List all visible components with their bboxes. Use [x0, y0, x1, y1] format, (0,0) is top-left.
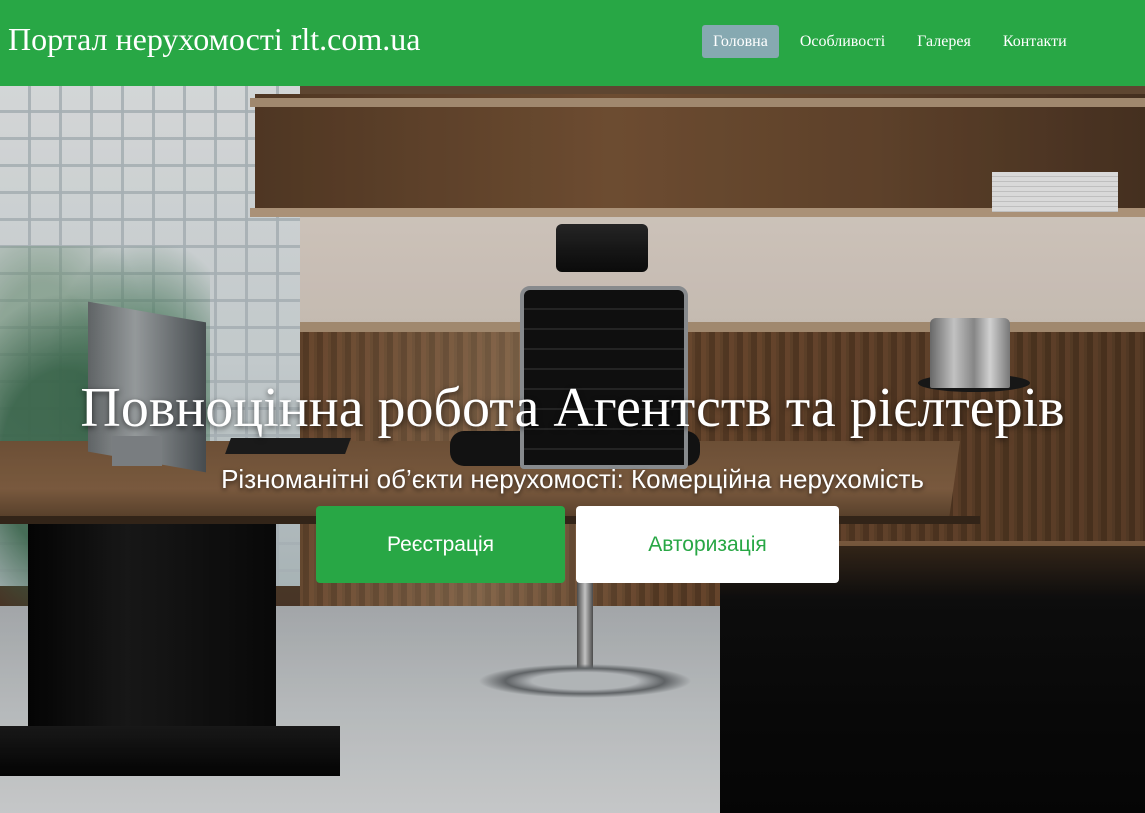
hero-subtitle: Різноманітні об’єкти нерухомості: Комерц…	[221, 464, 924, 494]
site-brand[interactable]: Портал нерухомості rlt.com.ua	[8, 19, 420, 59]
register-button[interactable]: Реєстрація	[316, 506, 565, 583]
nav-item-gallery[interactable]: Галерея	[906, 25, 982, 58]
main-nav: Головна Особливості Галерея Контакти	[702, 25, 1078, 58]
nav-item-contacts[interactable]: Контакти	[992, 25, 1078, 58]
nav-item-features[interactable]: Особливості	[789, 25, 896, 58]
nav-item-home[interactable]: Головна	[702, 25, 779, 58]
navbar: Портал нерухомості rlt.com.ua Головна Ос…	[0, 0, 1145, 86]
page: Портал нерухомості rlt.com.ua Головна Ос…	[0, 0, 1145, 813]
hero-background-image	[0, 86, 1145, 813]
login-button[interactable]: Авторизація	[576, 506, 839, 583]
hero-title: Повноцінна робота Агентств та рієлтерів	[80, 377, 1065, 439]
